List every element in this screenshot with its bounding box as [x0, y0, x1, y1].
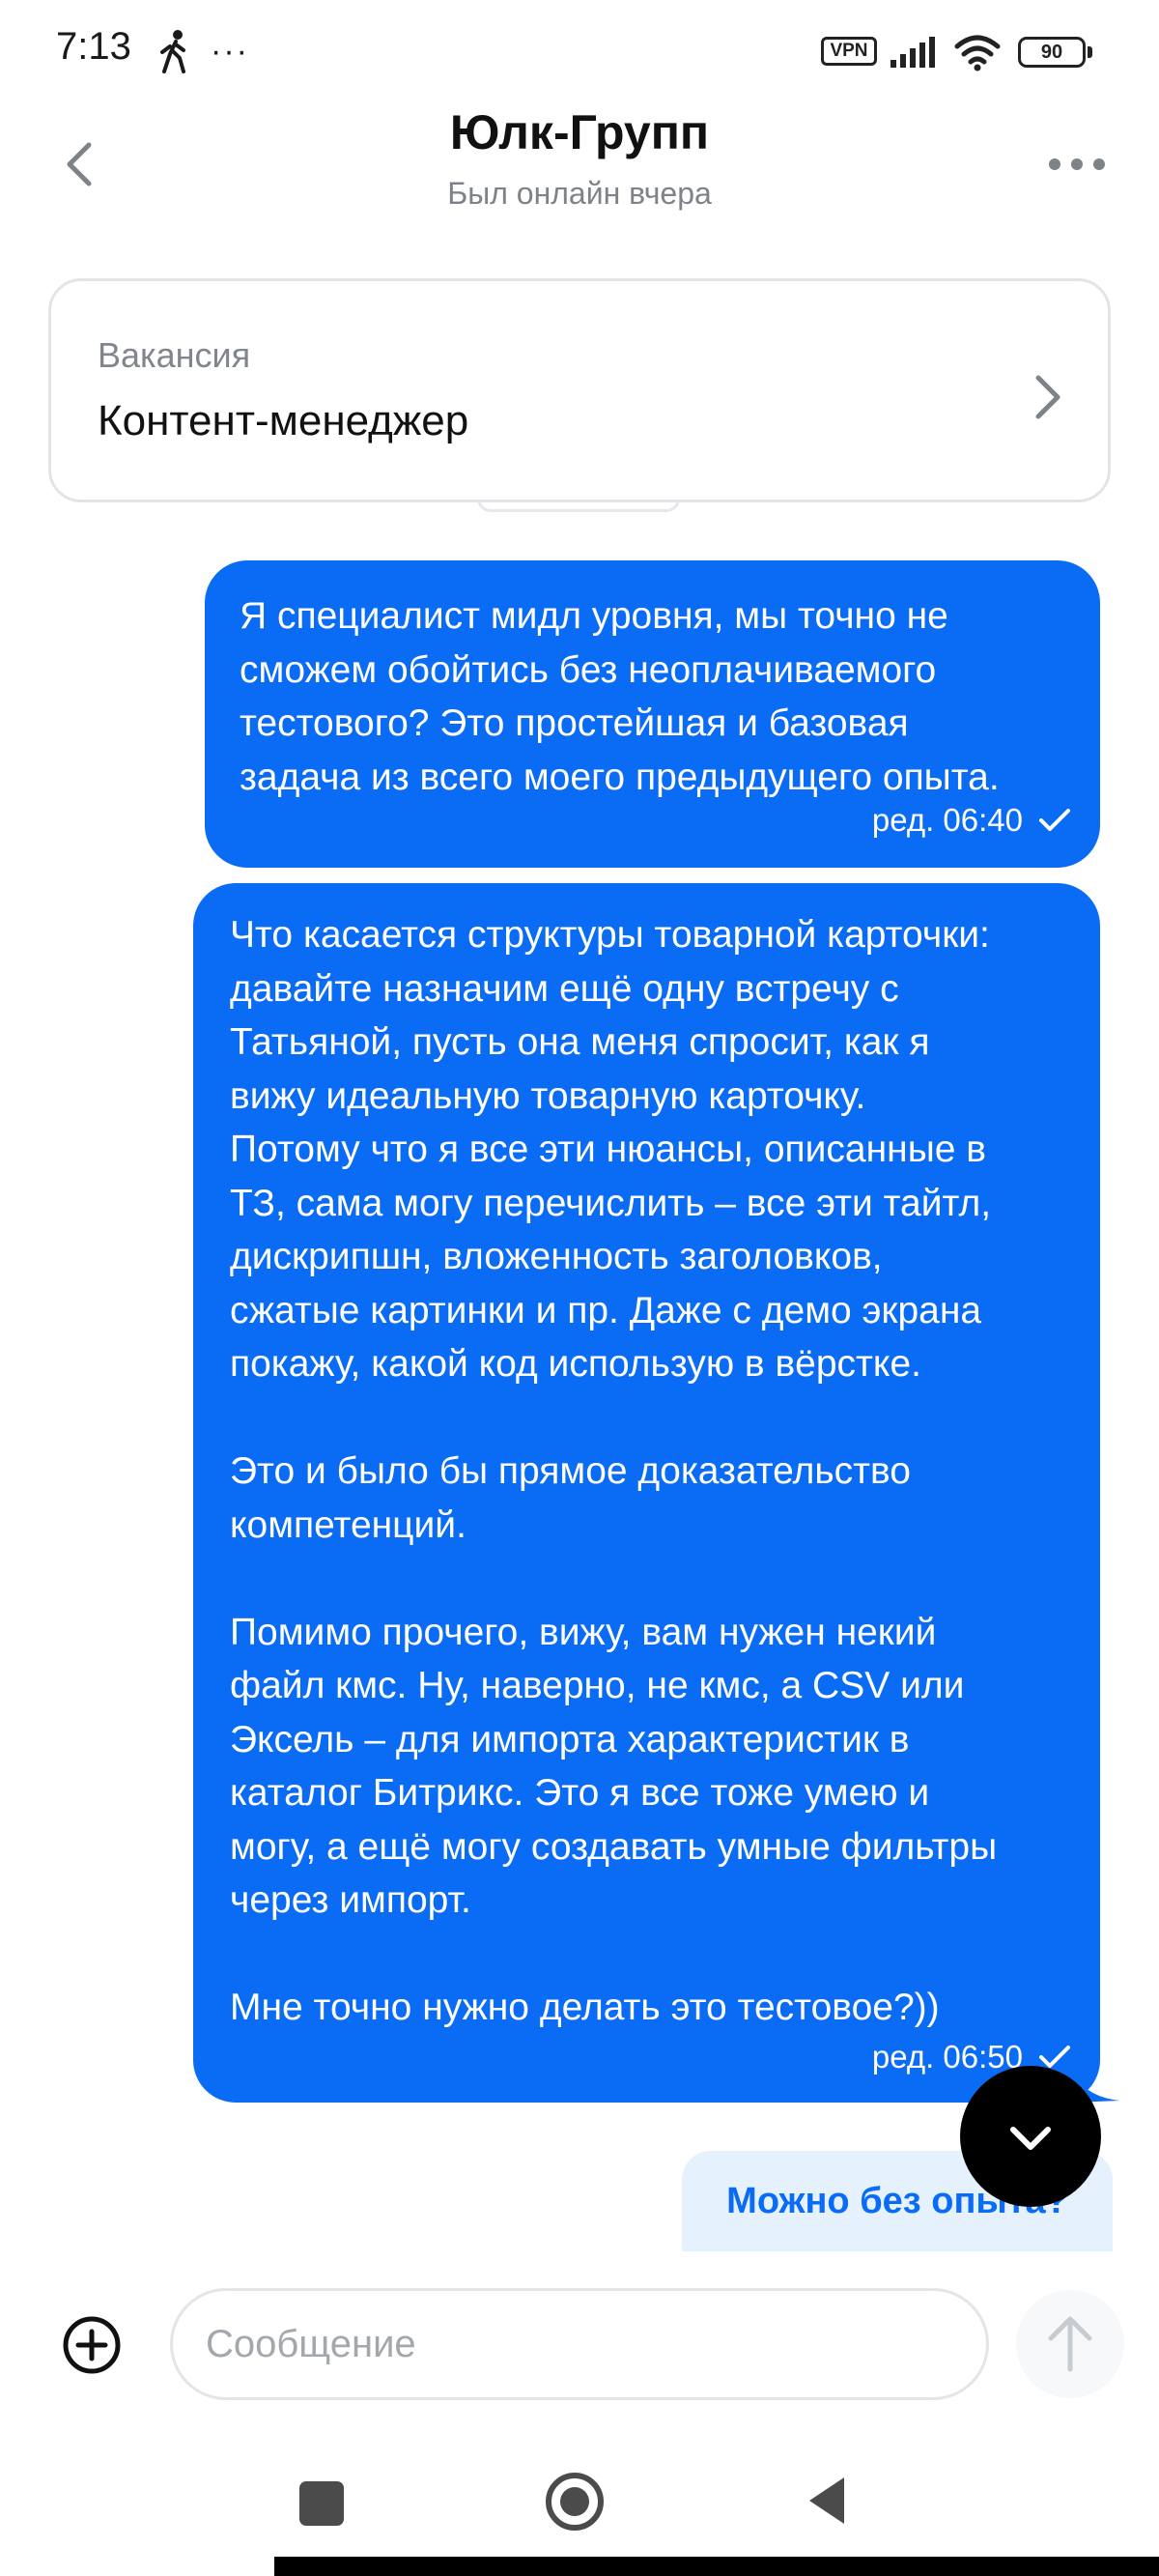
vacancy-label: Вакансия	[98, 335, 251, 375]
chat-title: Юлк-Групп	[449, 105, 710, 159]
outgoing-message-bubble[interactable]: Что касается структуры товарной карточки…	[193, 883, 1100, 2103]
more-menu-button[interactable]	[1045, 145, 1109, 184]
checkmark-icon	[1039, 809, 1070, 831]
message-meta: ред. 06:40	[872, 802, 1071, 839]
vpn-badge: VPN	[821, 37, 877, 66]
battery-level: 90	[1018, 37, 1086, 68]
attach-button[interactable]	[62, 2315, 122, 2375]
nav-back-button[interactable]	[806, 2474, 848, 2528]
chevron-down-icon	[1010, 2127, 1051, 2150]
vacancy-title: Контент-менеджер	[98, 397, 469, 444]
signal-icon	[890, 37, 935, 68]
chat-subtitle: Был онлайн вчера	[447, 176, 712, 211]
status-more-dots: ···	[211, 33, 249, 70]
outgoing-message-bubble[interactable]: Я специалист мидл уровня, мы точно не см…	[205, 560, 1100, 868]
message-text: Что касается структуры товарной карточки…	[230, 914, 998, 2028]
vacancy-card[interactable]: Вакансия Контент-менеджер	[48, 278, 1111, 502]
walking-icon	[160, 30, 185, 73]
status-time: 7:13	[56, 25, 131, 68]
bottom-edge	[274, 2557, 1159, 2576]
battery-indicator: 90	[1018, 37, 1093, 68]
scroll-down-button[interactable]	[960, 2066, 1101, 2207]
nav-recents-button[interactable]	[299, 2481, 344, 2526]
message-edited-time: ред. 06:40	[871, 802, 1023, 838]
chevron-right-icon	[1035, 375, 1060, 419]
wifi-icon	[954, 35, 1001, 72]
back-button[interactable]	[54, 135, 112, 193]
send-button[interactable]	[1016, 2290, 1124, 2398]
nav-home-button[interactable]	[545, 2472, 605, 2532]
message-input[interactable]	[170, 2288, 989, 2400]
message-text: Я специалист мидл уровня, мы точно не см…	[240, 595, 1000, 798]
arrow-up-icon	[1048, 2316, 1092, 2372]
